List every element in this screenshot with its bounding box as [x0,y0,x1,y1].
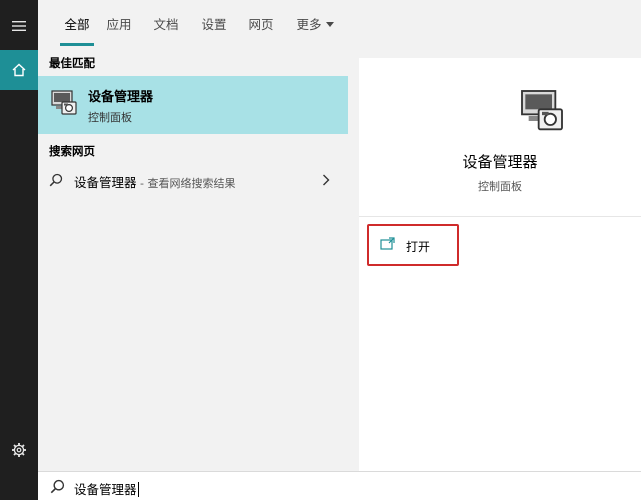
settings-button[interactable] [0,432,38,468]
web-suffix: - 查看网络搜索结果 [136,177,236,190]
best-match-subtitle: 控制面板 [88,111,132,124]
detail-pane: 设备管理器 控制面板 打开 [359,58,641,471]
results-list: 最佳匹配 设备管理器 控制面板 搜索网页 设备管理器 - 查看网络搜索结果 [38,46,348,471]
home-button[interactable] [0,50,38,90]
home-icon [12,63,26,77]
chevron-down-icon [325,22,334,27]
best-match-heading: 最佳匹配 [49,56,95,70]
search-input[interactable]: 设备管理器 [74,479,139,498]
web-search-result[interactable]: 设备管理器 - 查看网络搜索结果 [38,168,348,194]
open-window-icon [380,237,395,250]
divider [359,216,641,217]
filter-tabs: 全部 应用 文档 设置 网页 更多 [38,0,641,46]
open-label: 打开 [406,240,431,254]
search-bar[interactable]: 设备管理器 [38,471,641,500]
text-cursor [137,482,139,497]
hamburger-icon [12,21,26,31]
best-match-item[interactable]: 设备管理器 控制面板 [38,76,348,134]
detail-subtitle: 控制面板 [478,180,522,193]
tab-apps[interactable]: 应用 [104,0,134,46]
device-manager-icon [51,90,77,115]
web-query: 设备管理器 [74,175,137,190]
tab-web[interactable]: 网页 [246,0,276,46]
detail-title: 设备管理器 [462,153,538,171]
chevron-right-icon[interactable] [321,173,331,187]
search-icon [49,173,63,187]
start-rail [0,0,38,500]
open-button[interactable]: 打开 [367,224,459,266]
search-icon [50,479,65,494]
menu-button[interactable] [0,8,38,44]
tab-more[interactable]: 更多 [293,0,337,46]
best-match-title: 设备管理器 [88,90,154,105]
gear-icon [12,443,26,457]
tab-documents[interactable]: 文档 [151,0,181,46]
tab-settings[interactable]: 设置 [199,0,229,46]
device-manager-icon [521,90,563,131]
web-search-heading: 搜索网页 [49,144,95,158]
tab-all[interactable]: 全部 [60,0,94,46]
